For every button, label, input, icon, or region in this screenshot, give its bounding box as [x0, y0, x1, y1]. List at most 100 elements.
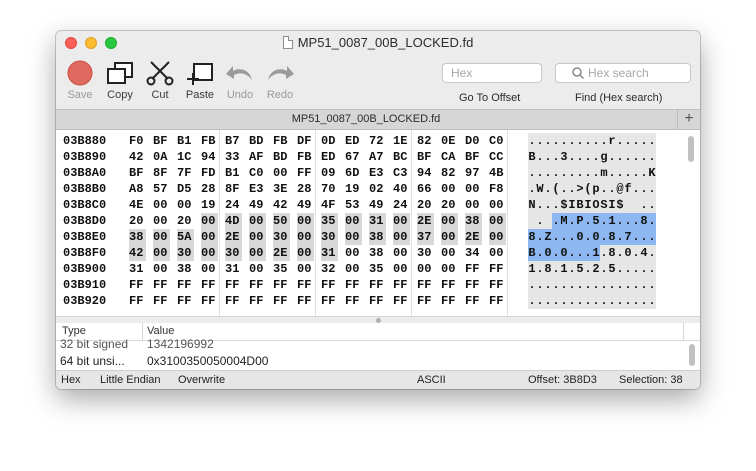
ascii-char[interactable]: .	[640, 293, 648, 309]
ascii-char[interactable]: N	[528, 197, 536, 213]
hex-byte[interactable]: 66	[417, 181, 434, 197]
ascii-char[interactable]: .	[632, 165, 640, 181]
hex-byte[interactable]: DF	[297, 133, 314, 149]
hex-byte[interactable]: 20	[417, 197, 434, 213]
hex-byte[interactable]: A8	[129, 181, 146, 197]
hex-byte[interactable]: 00	[441, 229, 458, 245]
ascii-char[interactable]: B	[528, 245, 536, 261]
hex-byte[interactable]: 00	[417, 261, 434, 277]
ascii-char[interactable]: .	[616, 245, 624, 261]
hex-byte[interactable]: 00	[345, 261, 362, 277]
ascii-char[interactable]: .	[624, 133, 632, 149]
ascii-char[interactable]: .	[584, 149, 592, 165]
hex-byte[interactable]: FF	[321, 293, 338, 309]
hex-byte[interactable]: D5	[177, 181, 194, 197]
ascii-char[interactable]: .	[648, 229, 656, 245]
ascii-char[interactable]: .	[608, 149, 616, 165]
hex-byte[interactable]: E3	[369, 165, 386, 181]
hex-byte[interactable]: 1E	[393, 133, 410, 149]
hex-byte[interactable]: 09	[321, 165, 338, 181]
hex-byte[interactable]: FF	[345, 293, 362, 309]
hex-byte[interactable]: 00	[153, 197, 170, 213]
ascii-char[interactable]: .	[584, 293, 592, 309]
ascii-char[interactable]: @	[616, 181, 624, 197]
hex-byte[interactable]: FF	[393, 277, 410, 293]
paste-button[interactable]: Paste	[180, 59, 220, 101]
ascii-char[interactable]: .	[624, 277, 632, 293]
hex-byte[interactable]: FF	[417, 293, 434, 309]
hex-byte[interactable]: FF	[249, 293, 266, 309]
hex-byte[interactable]: FF	[249, 277, 266, 293]
ascii-char[interactable]: P	[576, 213, 584, 229]
hex-byte[interactable]: 00	[345, 229, 362, 245]
save-button[interactable]: Save	[60, 59, 100, 101]
ascii-char[interactable]: .	[552, 229, 560, 245]
hex-byte[interactable]: AF	[249, 149, 266, 165]
hex-byte[interactable]: 5A	[177, 229, 194, 245]
hex-byte[interactable]: 24	[225, 197, 242, 213]
ascii-char[interactable]: .	[584, 165, 592, 181]
ascii-char[interactable]: .	[584, 133, 592, 149]
ascii-char[interactable]: .	[648, 149, 656, 165]
hex-byte[interactable]: B1	[177, 133, 194, 149]
hex-byte[interactable]: 00	[201, 261, 218, 277]
hex-byte[interactable]: ED	[321, 149, 338, 165]
ascii-char[interactable]: .	[576, 149, 584, 165]
ascii-char[interactable]: .	[608, 293, 616, 309]
ascii-char[interactable]: .	[552, 133, 560, 149]
ascii-char[interactable]: .	[648, 197, 656, 213]
hex-byte[interactable]: B1	[225, 165, 242, 181]
hex-byte[interactable]: 00	[297, 245, 314, 261]
ascii-char[interactable]: (	[584, 181, 592, 197]
hex-byte[interactable]: 24	[393, 197, 410, 213]
hex-byte[interactable]: D0	[465, 133, 482, 149]
ascii-char[interactable]: f	[624, 181, 632, 197]
hex-byte[interactable]: 00	[153, 261, 170, 277]
ascii-char[interactable]: .	[568, 293, 576, 309]
ascii-char[interactable]: 3	[560, 149, 568, 165]
ascii-char[interactable]: .	[536, 293, 544, 309]
ascii-char[interactable]: .	[592, 277, 600, 293]
ascii-char[interactable]: .	[552, 149, 560, 165]
ascii-char[interactable]: .	[648, 245, 656, 261]
ascii-char[interactable]: .	[568, 229, 576, 245]
hex-byte[interactable]: 53	[345, 197, 362, 213]
hex-byte[interactable]: B7	[225, 133, 242, 149]
hex-byte[interactable]: 0E	[441, 133, 458, 149]
ascii-char[interactable]: $	[560, 197, 568, 213]
hex-byte[interactable]: 00	[249, 213, 266, 229]
hex-byte[interactable]: 00	[177, 197, 194, 213]
ascii-char[interactable]: .	[640, 229, 648, 245]
hex-byte[interactable]: 0A	[153, 149, 170, 165]
ascii-char[interactable]: >	[576, 181, 584, 197]
hex-byte[interactable]: FF	[321, 277, 338, 293]
ascii-char[interactable]: .	[576, 165, 584, 181]
ascii-char[interactable]: .	[576, 133, 584, 149]
hex-byte[interactable]: 30	[177, 245, 194, 261]
ascii-char[interactable]	[632, 197, 640, 213]
hex-byte[interactable]: BF	[129, 165, 146, 181]
ascii-char[interactable]: 5	[608, 261, 616, 277]
hex-byte[interactable]: 94	[201, 149, 218, 165]
hex-row[interactable]: 03B910 FF FF FF FF FF FF FF FF FF FF FF FF FF FF FF FF..…	[56, 277, 682, 293]
hex-byte[interactable]: 00	[201, 213, 218, 229]
ascii-char[interactable]: .	[600, 245, 608, 261]
ascii-char[interactable]: .	[568, 277, 576, 293]
ascii-char[interactable]: .	[536, 165, 544, 181]
hex-byte[interactable]: 00	[441, 181, 458, 197]
hex-byte[interactable]: 00	[345, 245, 362, 261]
hex-byte[interactable]: FF	[201, 277, 218, 293]
ascii-char[interactable]: $	[616, 197, 624, 213]
ascii-char[interactable]: .	[584, 261, 592, 277]
ascii-char[interactable]: .	[552, 245, 560, 261]
hex-byte[interactable]: 00	[441, 213, 458, 229]
inspector-row[interactable]: 32 bit signed 1342196992	[56, 336, 686, 352]
hex-byte[interactable]: BD	[273, 149, 290, 165]
ascii-char[interactable]: .	[544, 133, 552, 149]
ascii-char[interactable]: .	[552, 213, 560, 229]
hex-byte[interactable]: FB	[201, 133, 218, 149]
hex-byte[interactable]: 00	[489, 229, 506, 245]
ascii-char[interactable]: .	[624, 293, 632, 309]
ascii-char[interactable]: .	[536, 277, 544, 293]
hex-byte[interactable]: BF	[465, 149, 482, 165]
